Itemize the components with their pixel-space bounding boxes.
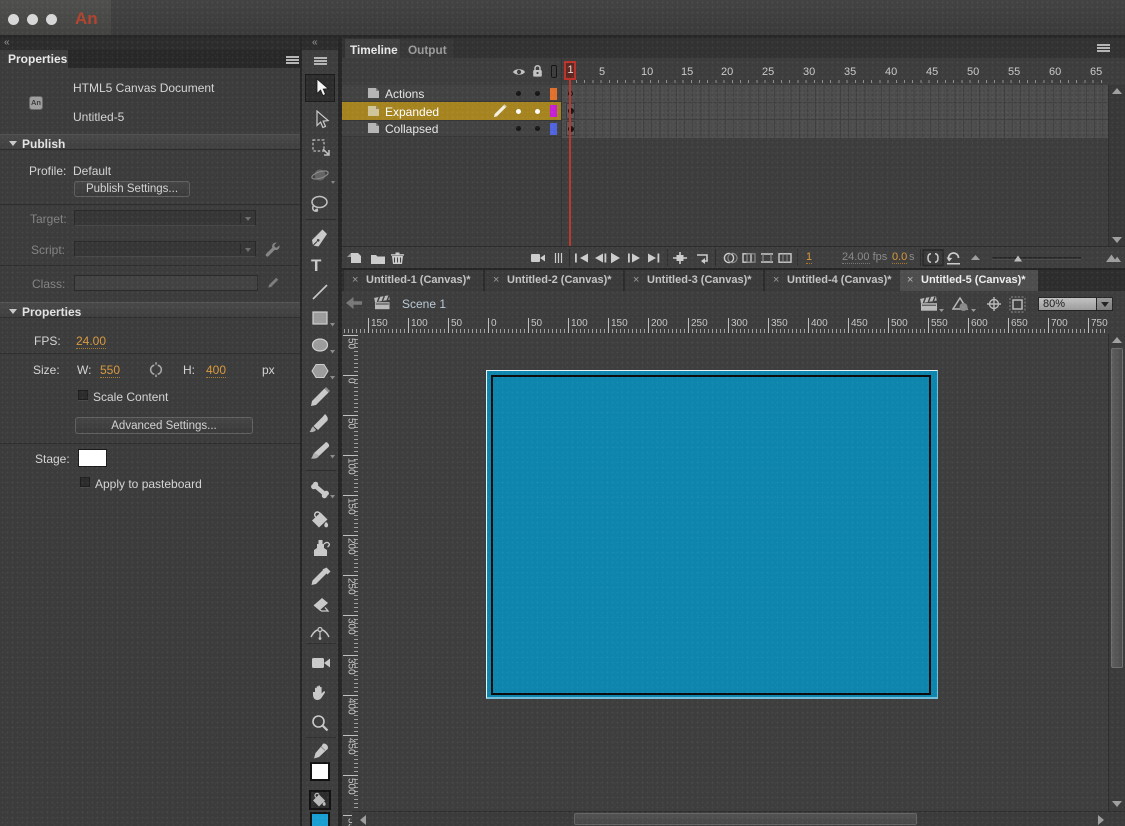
svg-text:350: 350 — [346, 658, 357, 675]
svg-text:200: 200 — [651, 318, 668, 329]
svg-text:150: 150 — [346, 498, 357, 515]
svg-text:700: 700 — [1051, 318, 1068, 329]
svg-text:750: 750 — [1091, 318, 1108, 329]
svg-text:500: 500 — [891, 318, 908, 329]
svg-text:50: 50 — [531, 318, 543, 329]
svg-text:100: 100 — [571, 318, 588, 329]
svg-text:150: 150 — [371, 318, 388, 329]
svg-text:300: 300 — [346, 618, 357, 635]
svg-text:250: 250 — [346, 578, 357, 595]
svg-text:0: 0 — [491, 318, 497, 329]
svg-text:500: 500 — [346, 778, 357, 795]
svg-text:150: 150 — [611, 318, 628, 329]
svg-text:200: 200 — [346, 538, 357, 555]
svg-text:300: 300 — [731, 318, 748, 329]
svg-text:100: 100 — [411, 318, 428, 329]
svg-text:250: 250 — [691, 318, 708, 329]
svg-text:450: 450 — [346, 738, 357, 755]
svg-text:400: 400 — [811, 318, 828, 329]
svg-text:450: 450 — [851, 318, 868, 329]
svg-text:50: 50 — [346, 418, 357, 430]
svg-text:0: 0 — [346, 378, 357, 384]
svg-text:50: 50 — [451, 318, 463, 329]
svg-text:600: 600 — [971, 318, 988, 329]
svg-text:400: 400 — [346, 698, 357, 715]
svg-text:650: 650 — [1011, 318, 1028, 329]
svg-text:550: 550 — [931, 318, 948, 329]
svg-text:100: 100 — [346, 458, 357, 475]
svg-text:350: 350 — [771, 318, 788, 329]
svg-text:50: 50 — [346, 338, 357, 350]
